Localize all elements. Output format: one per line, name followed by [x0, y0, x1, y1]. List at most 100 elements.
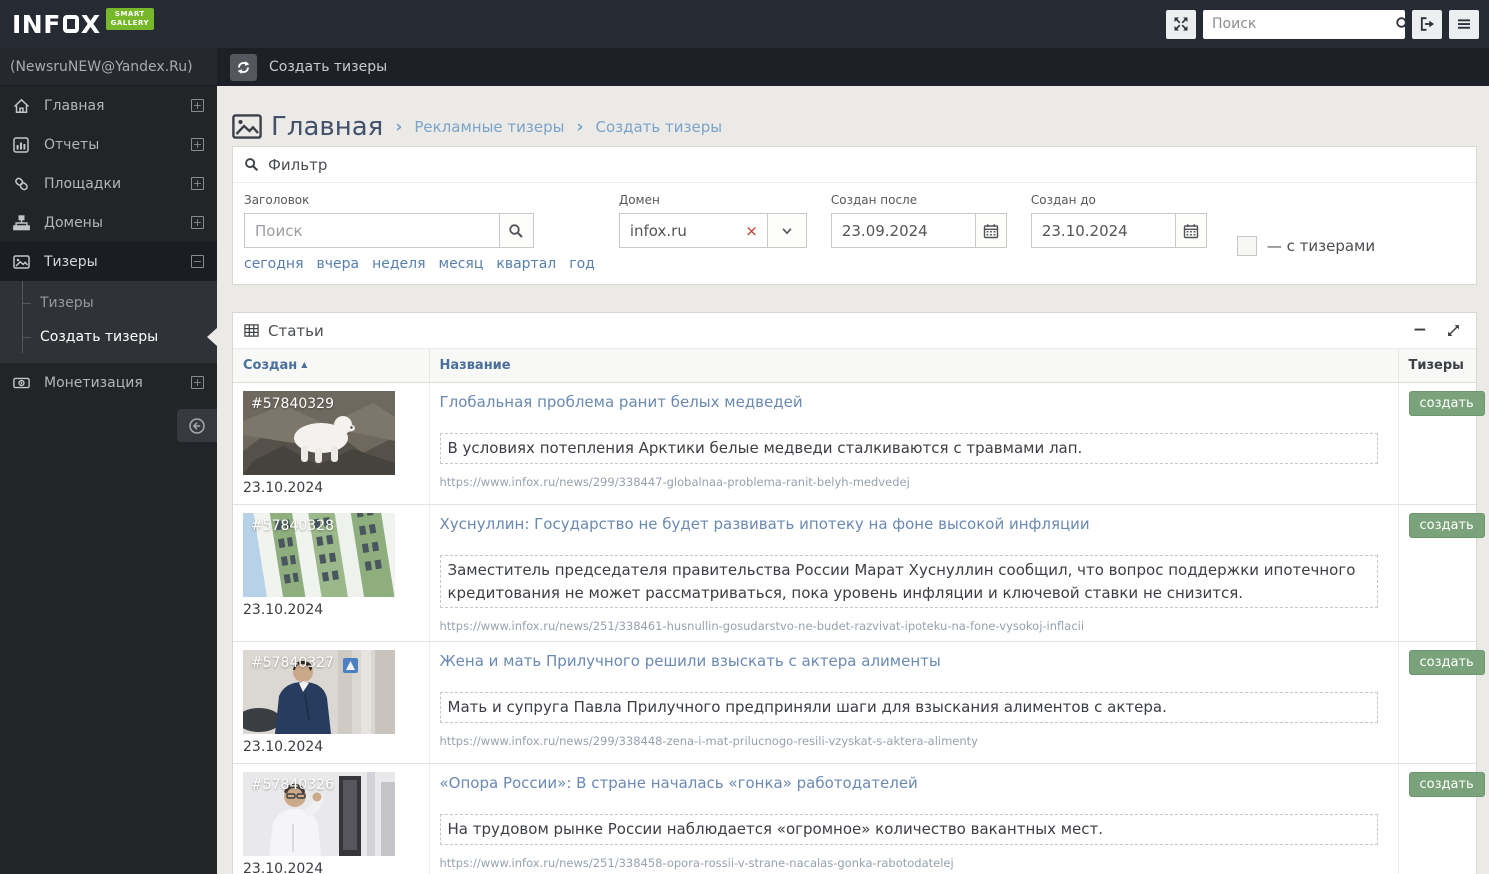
article-id: #57840329 — [251, 396, 334, 412]
expand-plus-icon[interactable]: + — [191, 216, 204, 229]
article-description-field[interactable]: В условиях потепления Арктики белые медв… — [440, 433, 1378, 464]
article-id: #57840327 — [251, 655, 334, 671]
filter-group-title: Заголовок сегодня вчера неделя месяц ква… — [244, 193, 595, 272]
created-before-box — [1031, 213, 1207, 248]
submenu-item-label: Создать тизеры — [40, 329, 158, 345]
logout-button[interactable] — [1412, 10, 1442, 39]
sidebar-collapse-button[interactable] — [177, 409, 217, 442]
sidebar-item-platforms[interactable]: Площадки + — [0, 164, 217, 203]
create-teaser-button[interactable]: создать — [1409, 772, 1485, 797]
sidebar-item-reports[interactable]: Отчеты + — [0, 125, 217, 164]
filter-search-icon — [244, 157, 259, 172]
article-description-field[interactable]: Заместитель председателя правительства Р… — [440, 555, 1378, 608]
column-header-created[interactable]: Создан▲ — [233, 349, 429, 383]
article-thumbnail-green-building[interactable]: #57840328 — [243, 513, 395, 597]
filter-panel: Фильтр Заголовок сегодня вчера неделя — [232, 146, 1477, 285]
create-teaser-button[interactable]: создать — [1409, 650, 1485, 675]
menu-button[interactable] — [1449, 10, 1479, 39]
name-cell: «Опора России»: В стране началась «гонка… — [429, 764, 1398, 874]
article-title-link[interactable]: Глобальная проблема ранит белых медведей — [440, 393, 803, 411]
table-row: #57840329 23.10.2024 Глобальная проблема… — [233, 383, 1476, 505]
domain-dropdown-toggle[interactable] — [767, 214, 806, 247]
collapse-minus-icon[interactable]: − — [191, 255, 204, 268]
topbar: INFX SMART GALLERY — [0, 0, 1489, 48]
create-teaser-button[interactable]: создать — [1409, 391, 1485, 416]
sidebar-item-monetization[interactable]: Монетизация + — [0, 363, 217, 402]
title-search-button[interactable] — [499, 214, 533, 247]
table-row: #57840327 23.10.2024 Жена и мать Прилучн… — [233, 642, 1476, 764]
submenu-tick — [22, 303, 31, 304]
account-label: (NewsruNEW@Yandex.Ru) — [0, 48, 217, 86]
article-description-field[interactable]: На трудовом рынке России наблюдается «ог… — [440, 814, 1378, 845]
created-after-label: Создан после — [831, 193, 1007, 207]
submenu-tick — [22, 337, 31, 338]
quick-link-year[interactable]: год — [569, 256, 595, 272]
chevron-down-icon — [780, 224, 794, 238]
home-icon — [13, 98, 35, 114]
domain-clear-icon[interactable]: × — [736, 222, 767, 240]
teasers-cell: создать — [1398, 642, 1476, 764]
articles-panel-title: Статьи — [268, 322, 324, 340]
article-id: #57840328 — [251, 518, 334, 534]
submenu-item-teasers[interactable]: Тизеры — [0, 286, 217, 320]
logo-badge: SMART GALLERY — [106, 8, 154, 30]
title-search-input[interactable] — [245, 222, 499, 240]
money-icon — [13, 375, 35, 391]
panel-expand-icon[interactable] — [1446, 323, 1461, 338]
fullscreen-button[interactable] — [1166, 10, 1196, 39]
page-toolbar: Создать тизеры — [217, 48, 1489, 86]
article-thumbnail-man-blue-coat[interactable]: #57840327 — [243, 650, 395, 734]
article-thumbnail-man-office[interactable]: #57840326 — [243, 772, 395, 856]
with-teasers-label: — с тизерами — [1267, 237, 1375, 255]
expand-plus-icon[interactable]: + — [191, 99, 204, 112]
refresh-icon — [236, 60, 251, 75]
expand-plus-icon[interactable]: + — [191, 138, 204, 151]
panel-minimize-icon[interactable]: − — [1413, 322, 1427, 339]
article-url: https://www.infox.ru/news/251/338461-hus… — [440, 619, 1388, 633]
expand-plus-icon[interactable]: + — [191, 376, 204, 389]
app-root: INFX SMART GALLERY (Newsr — [0, 0, 1489, 874]
domain-select[interactable]: infox.ru × — [619, 213, 807, 248]
sidebar: Главная + Отчеты + Площадки + Домены + Т… — [0, 86, 217, 874]
quick-link-quarter[interactable]: квартал — [496, 256, 556, 272]
article-thumbnail-polar-bear[interactable]: #57840329 — [243, 391, 395, 475]
quick-link-yesterday[interactable]: вчера — [317, 256, 360, 272]
breadcrumb-link-create-teasers[interactable]: Создать тизеры — [595, 118, 722, 136]
sidebar-item-home[interactable]: Главная + — [0, 86, 217, 125]
created-cell: #57840329 23.10.2024 — [233, 383, 429, 505]
article-title-link[interactable]: «Опора России»: В стране началась «гонка… — [440, 774, 918, 792]
created-after-calendar-button[interactable] — [975, 214, 1006, 247]
infox-logo[interactable]: INFX SMART GALLERY — [0, 8, 154, 40]
quick-link-week[interactable]: неделя — [372, 256, 425, 272]
topbar-controls — [1166, 10, 1489, 39]
submenu-item-create-teasers[interactable]: Создать тизеры — [0, 320, 217, 354]
teasers-cell: создать — [1398, 764, 1476, 874]
name-cell: Жена и мать Прилучного решили взыскать с… — [429, 642, 1398, 764]
created-cell: #57840326 23.10.2024 — [233, 764, 429, 874]
created-after-input[interactable] — [832, 222, 975, 240]
create-teaser-button[interactable]: создать — [1409, 513, 1485, 538]
sidebar-collapse-row — [0, 409, 217, 442]
quick-link-today[interactable]: сегодня — [244, 256, 304, 272]
article-url: https://www.infox.ru/news/299/338447-glo… — [440, 475, 1388, 489]
teasers-cell: создать — [1398, 383, 1476, 505]
created-cell: #57840328 23.10.2024 — [233, 505, 429, 642]
breadcrumb: Главная › Рекламные тизеры › Создать тиз… — [217, 86, 1489, 146]
article-description-field[interactable]: Мать и супруга Павла Прилучного предприн… — [440, 692, 1378, 723]
breadcrumb-link-ad-teasers[interactable]: Рекламные тизеры — [414, 118, 564, 136]
created-before-input[interactable] — [1032, 222, 1175, 240]
article-title-link[interactable]: Хуснуллин: Государство не будет развиват… — [440, 515, 1090, 533]
refresh-button[interactable] — [230, 54, 257, 81]
created-before-calendar-button[interactable] — [1175, 214, 1206, 247]
global-search-input[interactable] — [1203, 16, 1395, 32]
page-title: Главная — [271, 112, 383, 142]
sidebar-item-teasers[interactable]: Тизеры − — [0, 242, 217, 281]
article-title-link[interactable]: Жена и мать Прилучного решили взыскать с… — [440, 652, 941, 670]
with-teasers-filter: — с тизерами — [1237, 219, 1375, 272]
expand-plus-icon[interactable]: + — [191, 177, 204, 190]
with-teasers-checkbox[interactable] — [1237, 236, 1257, 256]
sidebar-item-domains[interactable]: Домены + — [0, 203, 217, 242]
table-row: #57840326 23.10.2024 «Опора России»: В с… — [233, 764, 1476, 874]
column-header-name[interactable]: Название — [429, 349, 1398, 383]
quick-link-month[interactable]: месяц — [439, 256, 484, 272]
